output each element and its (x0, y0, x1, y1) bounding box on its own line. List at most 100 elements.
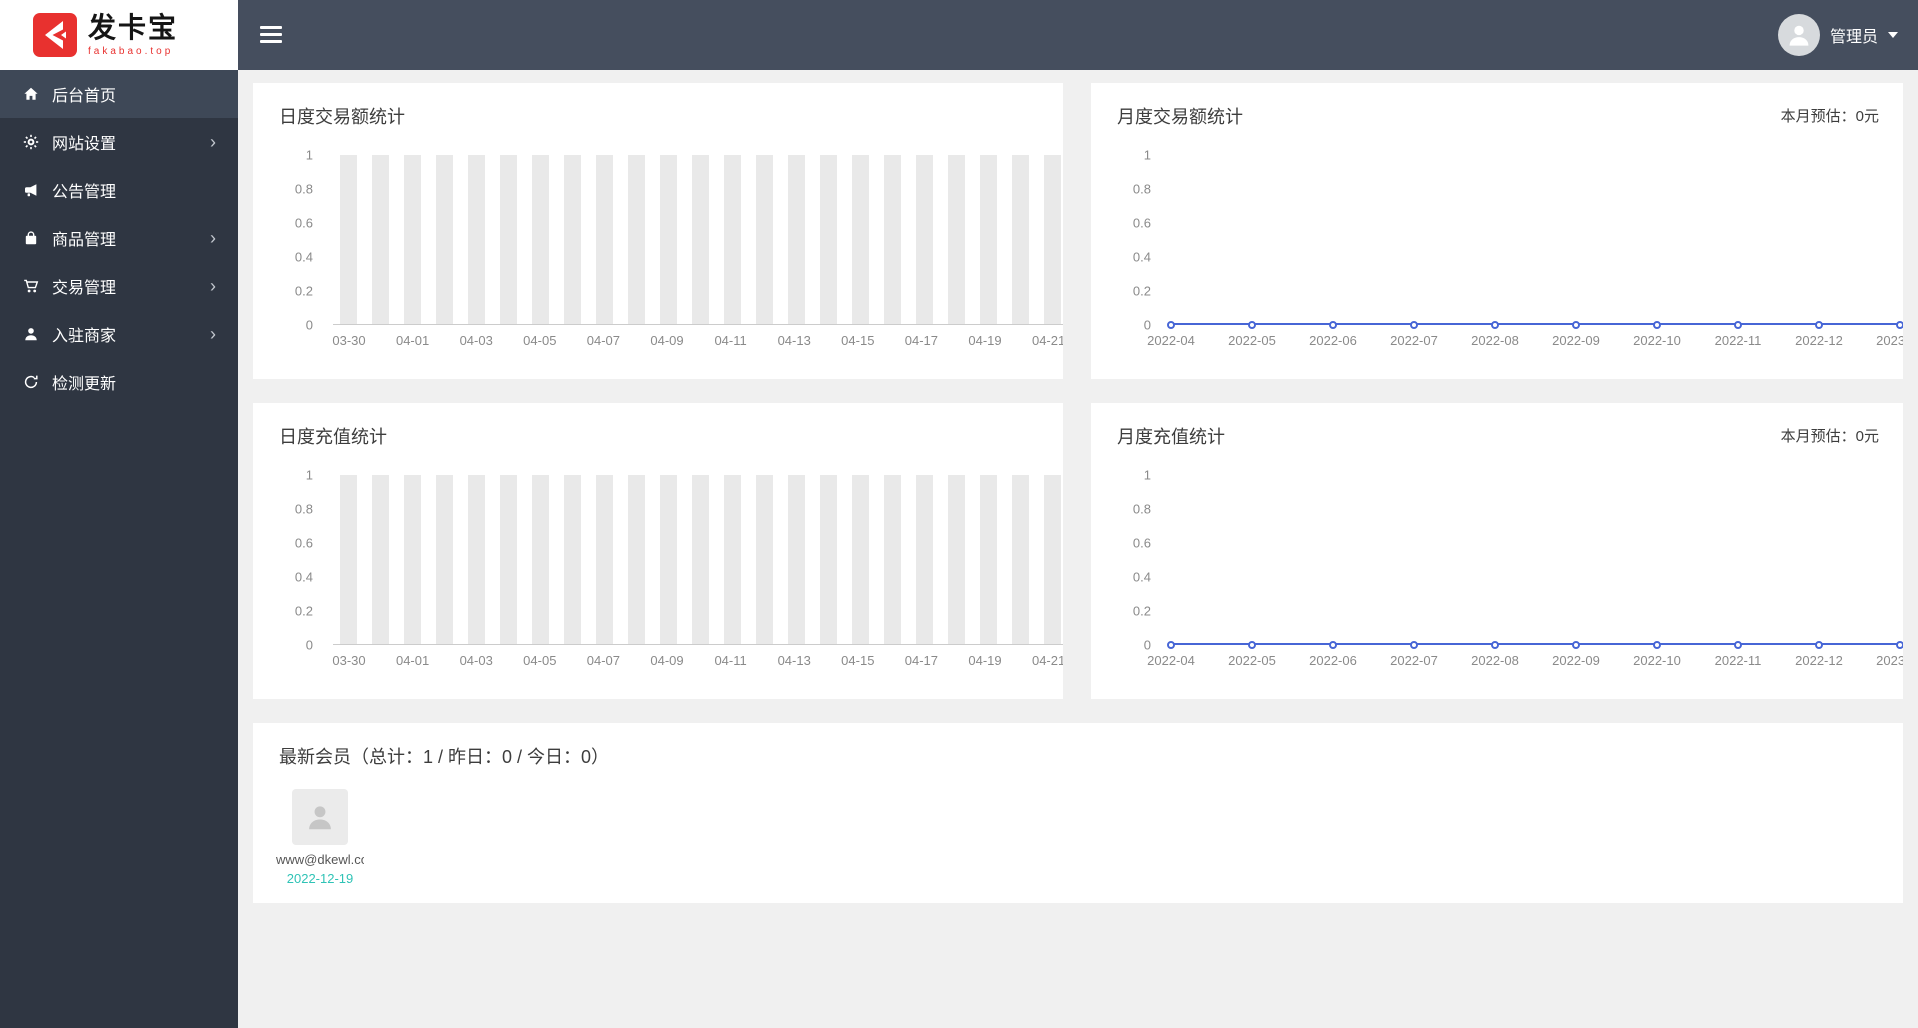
bar-background-stripe (980, 155, 997, 324)
bar-background-stripe (1012, 155, 1029, 324)
bar-background-stripe (564, 155, 581, 324)
bar-background-stripe (756, 475, 773, 644)
y-axis-tick-label: 0.4 (294, 569, 313, 585)
user-menu[interactable]: 管理员 (1772, 0, 1904, 70)
x-axis-tick-label: 2022-05 (1228, 653, 1276, 668)
x-axis-tick-label: 04-19 (968, 653, 1002, 668)
x-axis-tick-label: 04-01 (395, 653, 430, 668)
daily-recharge-chart: 1 0.8 0.6 0.4 0.2 0 03-30 04-01 04-03 04-05 04-07… (253, 403, 1063, 699)
bar-background-stripe (436, 475, 453, 644)
bar-background-stripe (788, 475, 805, 644)
bar-background-stripe (532, 155, 549, 324)
zero-value-line (1171, 643, 1903, 645)
hamburger-menu-icon[interactable] (260, 26, 284, 47)
data-point-marker (1167, 320, 1175, 329)
x-axis-tick-label: 04-21 (1031, 333, 1063, 348)
bar-background-stripe (372, 475, 389, 644)
sidebar-item-announcements[interactable]: 公告管理 (0, 166, 238, 214)
bar-background-stripe (884, 155, 901, 324)
user-name: 管理员 (1829, 29, 1878, 46)
x-axis-tick-label: 04-17 (904, 333, 939, 348)
x-axis-tick-label: 2022-06 (1309, 333, 1357, 348)
member-item[interactable]: www@dkewl.com 2022-12-19 (275, 789, 365, 886)
monthly-transactions-card: 月度交易额统计 本月预估：0元 1 0.8 0.6 0.4 0.2 0 2022-04 20… (1091, 83, 1903, 379)
x-axis-tick-label: 04-11 (714, 333, 747, 348)
y-axis-tick-label: 0 (1143, 317, 1151, 333)
x-axis: 2022-04 2022-05 2022-06 2022-07 2022-08 2022-… (1147, 333, 1903, 353)
monthly-recharge-chart: 1 0.8 0.6 0.4 0.2 0 2022-04 2022-05 2022-06 2022… (1091, 403, 1903, 699)
x-axis-tick-label: 04-03 (459, 333, 493, 348)
members-row: 最新会员（总计：1 / 昨日：0 / 今日：0） www@dkewl.com 2… (253, 723, 1903, 903)
transactions-chart-row: 日度交易额统计 1 0.8 0.6 0.4 0.2 0 03-30 04-01 04-03 04… (253, 83, 1903, 379)
y-axis: 1 0.8 0.6 0.4 0.2 0 (253, 468, 323, 653)
bar-background-stripe (436, 155, 453, 324)
daily-recharge-card: 日度充值统计 1 0.8 0.6 0.4 0.2 0 03-30 04-01 04-03 04-… (253, 403, 1063, 699)
y-axis: 1 0.8 0.6 0.4 0.2 0 (253, 148, 323, 333)
user-avatar-icon (1789, 25, 1809, 46)
data-point-marker (1329, 320, 1337, 329)
brand-logo[interactable]: 发卡宝 fakabao.top (0, 0, 238, 70)
sidebar-item-merchants[interactable]: 入驻商家 › (0, 310, 238, 358)
daily-transactions-chart: 1 0.8 0.6 0.4 0.2 0 03-30 04-01 04-03 04-05 04-07… (253, 83, 1063, 379)
bar-background-stripe (820, 155, 837, 324)
x-axis: 2022-04 2022-05 2022-06 2022-07 2022-08 2022-… (1147, 653, 1903, 673)
data-point-marker (1410, 320, 1418, 329)
data-point-marker (1248, 320, 1256, 329)
data-point-marker (1248, 640, 1256, 649)
data-point-marker (1491, 320, 1499, 329)
y-axis-tick-label: 0.8 (1132, 501, 1151, 517)
data-point-marker (1329, 640, 1337, 649)
x-axis-tick-label: 03-30 (332, 333, 366, 348)
x-axis-tick-label: 04-19 (968, 333, 1002, 348)
sidebar-item-products[interactable]: 商品管理 › (0, 214, 238, 262)
y-axis-tick-label: 0.8 (294, 501, 313, 517)
data-point-marker (1896, 640, 1903, 649)
sidebar-item-dashboard[interactable]: 后台首页 (0, 70, 238, 118)
data-point-marker (1491, 640, 1499, 649)
latest-members-card: 最新会员（总计：1 / 昨日：0 / 今日：0） www@dkewl.com 2… (253, 723, 1903, 903)
bar-background-stripe (852, 155, 869, 324)
daily-transactions-card: 日度交易额统计 1 0.8 0.6 0.4 0.2 0 03-30 04-01 04-03 04… (253, 83, 1063, 379)
merchant-user-icon (22, 325, 40, 343)
bar-background-stripe (628, 475, 645, 644)
bar-background-stripe (692, 475, 709, 644)
gear-icon (22, 133, 40, 151)
data-point-marker (1734, 320, 1742, 329)
announcement-icon (22, 181, 40, 199)
x-axis-tick-label: 2022-11 (1714, 333, 1762, 348)
data-point-marker (1653, 320, 1661, 329)
member-join-date[interactable]: 2022-12-19 (275, 871, 365, 886)
data-point-marker (1572, 640, 1580, 649)
y-axis-tick-label: 0.2 (294, 283, 313, 299)
x-axis-tick-label: 04-13 (777, 653, 811, 668)
bar-background-stripe (852, 475, 869, 644)
sidebar-item-transactions[interactable]: 交易管理 › (0, 262, 238, 310)
sidebar-item-check-updates[interactable]: 检测更新 (0, 358, 238, 406)
x-axis-tick-label: 03-30 (332, 653, 366, 668)
sidebar-item-label: 网站设置 (52, 136, 117, 153)
bar-background-stripe (596, 155, 613, 324)
x-axis-tick-label: 04-13 (777, 333, 811, 348)
x-axis-tick-label: 2022-08 (1471, 333, 1519, 348)
y-axis-tick-label: 1 (1143, 467, 1151, 483)
x-axis-tick-label: 2022-09 (1552, 333, 1600, 348)
x-axis-tick-label: 04-01 (395, 333, 430, 348)
data-point-marker (1653, 640, 1661, 649)
chevron-right-icon: › (210, 132, 216, 152)
brand-text: 发卡宝 fakabao.top (88, 12, 178, 57)
data-point-marker (1896, 320, 1903, 329)
y-axis-tick-label: 1 (305, 467, 313, 483)
y-axis-tick-label: 0 (1143, 637, 1151, 653)
x-axis-tick-label: 2022-04 (1147, 653, 1195, 668)
x-axis-tick-label: 04-09 (650, 333, 684, 348)
sidebar-item-label: 交易管理 (52, 280, 117, 297)
bar-background-stripe (692, 155, 709, 324)
bar-background-stripe (820, 475, 837, 644)
bar-background-stripe (980, 475, 997, 644)
bar-background-stripe (1044, 155, 1061, 324)
x-axis-tick-label: 2023-01 (1876, 333, 1903, 348)
x-axis-tick-label: 2022-08 (1471, 653, 1519, 668)
x-axis-tick-label: 2022-10 (1633, 653, 1681, 668)
sidebar-item-site-settings[interactable]: 网站设置 › (0, 118, 238, 166)
sidebar-item-label: 检测更新 (52, 376, 117, 393)
